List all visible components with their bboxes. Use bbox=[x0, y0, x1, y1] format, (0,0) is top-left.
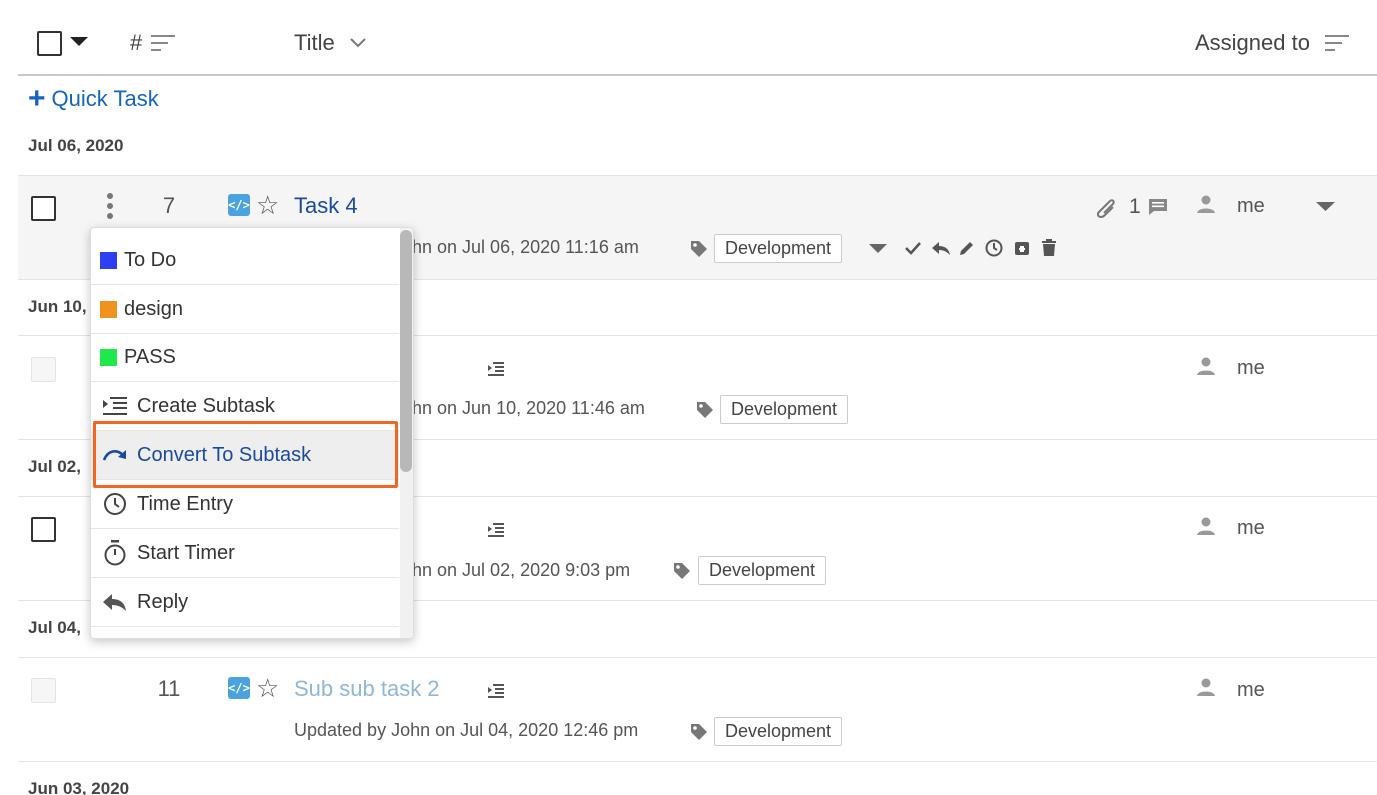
tag-badge[interactable]: Development bbox=[698, 556, 827, 585]
reply-icon bbox=[102, 589, 128, 615]
check-icon[interactable] bbox=[904, 240, 922, 256]
chevron-down-icon[interactable] bbox=[350, 38, 366, 48]
subtask-indent-icon bbox=[488, 684, 504, 698]
assignee-name[interactable]: me bbox=[1237, 195, 1265, 218]
paperclip-icon[interactable] bbox=[1092, 197, 1118, 221]
menu-item-status-todo[interactable]: To Do bbox=[91, 236, 399, 285]
menu-scrollbar-thumb[interactable] bbox=[400, 230, 412, 472]
group-date: Jun 03, 2020 bbox=[28, 779, 130, 795]
tag-icon bbox=[697, 402, 713, 418]
assignee-name[interactable]: me bbox=[1237, 517, 1265, 540]
row-checkbox[interactable] bbox=[31, 517, 56, 542]
task-number: 11 bbox=[157, 676, 181, 701]
tag-badge[interactable]: Development bbox=[714, 234, 843, 263]
task-context-menu: To Do design PASS Create Subtask Convert… bbox=[90, 227, 414, 639]
menu-item-label: PASS bbox=[124, 345, 176, 368]
assigned-column-header[interactable]: Assigned to bbox=[1195, 30, 1310, 56]
reply-icon[interactable] bbox=[931, 240, 951, 256]
menu-item-label: To Do bbox=[124, 248, 177, 271]
task-number: 7 bbox=[162, 193, 176, 218]
assignee-name[interactable]: me bbox=[1237, 357, 1265, 380]
star-icon[interactable]: ☆ bbox=[256, 675, 279, 701]
menu-item-status-pass[interactable]: PASS bbox=[91, 333, 399, 382]
status-swatch bbox=[100, 348, 117, 366]
task-title-link[interactable]: Sub sub task 2 bbox=[294, 676, 440, 702]
subtask-indent-icon bbox=[488, 523, 504, 537]
indent-icon bbox=[102, 393, 128, 419]
menu-item-reply[interactable]: Reply bbox=[91, 578, 399, 627]
tag-badge[interactable]: Development bbox=[720, 395, 849, 424]
group-date: Jun 10, bbox=[28, 297, 87, 316]
menu-item-label: Time Entry bbox=[137, 492, 233, 515]
tag-icon bbox=[691, 724, 707, 740]
row-checkbox-disabled bbox=[31, 678, 56, 703]
sort-lines-icon[interactable] bbox=[151, 35, 175, 51]
row-checkbox[interactable] bbox=[31, 196, 56, 221]
task-meta: hn on Jun 10, 2020 11:46 am bbox=[412, 398, 645, 418]
menu-item-label: Reply bbox=[137, 590, 189, 613]
task-meta: hn on Jul 06, 2020 11:16 am bbox=[412, 237, 639, 257]
select-all-checkbox[interactable] bbox=[37, 31, 62, 56]
pencil-icon[interactable] bbox=[958, 239, 976, 257]
trash-icon[interactable] bbox=[1041, 239, 1057, 257]
person-icon bbox=[1197, 357, 1215, 375]
star-icon[interactable]: ☆ bbox=[256, 192, 279, 218]
clock-icon[interactable] bbox=[985, 239, 1003, 257]
tag-badge[interactable]: Development bbox=[714, 717, 843, 746]
dropdown-caret-icon[interactable] bbox=[869, 244, 887, 254]
person-icon bbox=[1197, 517, 1215, 535]
more-vertical-icon[interactable] bbox=[104, 192, 116, 220]
header-divider bbox=[18, 74, 1377, 76]
task-meta: Updated by John on Jul 04, 2020 12:46 pm bbox=[294, 720, 639, 740]
group-header-row bbox=[18, 761, 1377, 795]
group-date: Jul 02, bbox=[28, 457, 81, 476]
status-swatch bbox=[100, 300, 117, 318]
person-icon bbox=[1197, 678, 1215, 696]
code-icon: </> bbox=[228, 677, 250, 699]
group-date: Jul 06, 2020 bbox=[28, 136, 124, 155]
row-checkbox-disabled bbox=[31, 357, 56, 382]
plus-icon: + bbox=[28, 82, 46, 115]
person-icon bbox=[1197, 195, 1215, 213]
status-swatch bbox=[100, 251, 117, 269]
assignee-name[interactable]: me bbox=[1237, 679, 1265, 702]
menu-item-start-timer[interactable]: Start Timer bbox=[91, 529, 399, 578]
menu-item-label: Create Subtask bbox=[137, 394, 275, 417]
subtask-indent-icon bbox=[488, 362, 504, 376]
tag-icon bbox=[674, 563, 690, 579]
archive-icon[interactable] bbox=[1013, 239, 1031, 257]
task-title-link[interactable]: Task 4 bbox=[294, 193, 358, 219]
attachment-count: 1 bbox=[1129, 195, 1141, 218]
group-date: Jul 04, bbox=[28, 618, 81, 637]
title-column-header[interactable]: Title bbox=[294, 30, 335, 56]
quick-task-label: Quick Task bbox=[51, 86, 159, 111]
clock-icon bbox=[102, 491, 128, 517]
highlight-annotation bbox=[93, 421, 398, 488]
menu-item-label: Start Timer bbox=[137, 541, 235, 564]
quick-task-button[interactable]: + Quick Task bbox=[28, 82, 159, 115]
row-expand-icon[interactable] bbox=[1316, 202, 1335, 212]
comment-icon[interactable] bbox=[1148, 198, 1168, 216]
task-meta: hn on Jul 02, 2020 9:03 pm bbox=[412, 560, 631, 580]
sort-lines-icon[interactable] bbox=[1325, 35, 1349, 51]
tag-icon bbox=[691, 241, 707, 257]
number-column-header[interactable]: # bbox=[130, 30, 142, 56]
select-all-dropdown-icon[interactable] bbox=[70, 37, 88, 47]
menu-item-label: design bbox=[124, 297, 183, 320]
code-icon: </> bbox=[228, 194, 250, 216]
stopwatch-icon bbox=[102, 540, 128, 566]
menu-item-status-design[interactable]: design bbox=[91, 285, 399, 334]
table-row[interactable] bbox=[18, 657, 1377, 761]
